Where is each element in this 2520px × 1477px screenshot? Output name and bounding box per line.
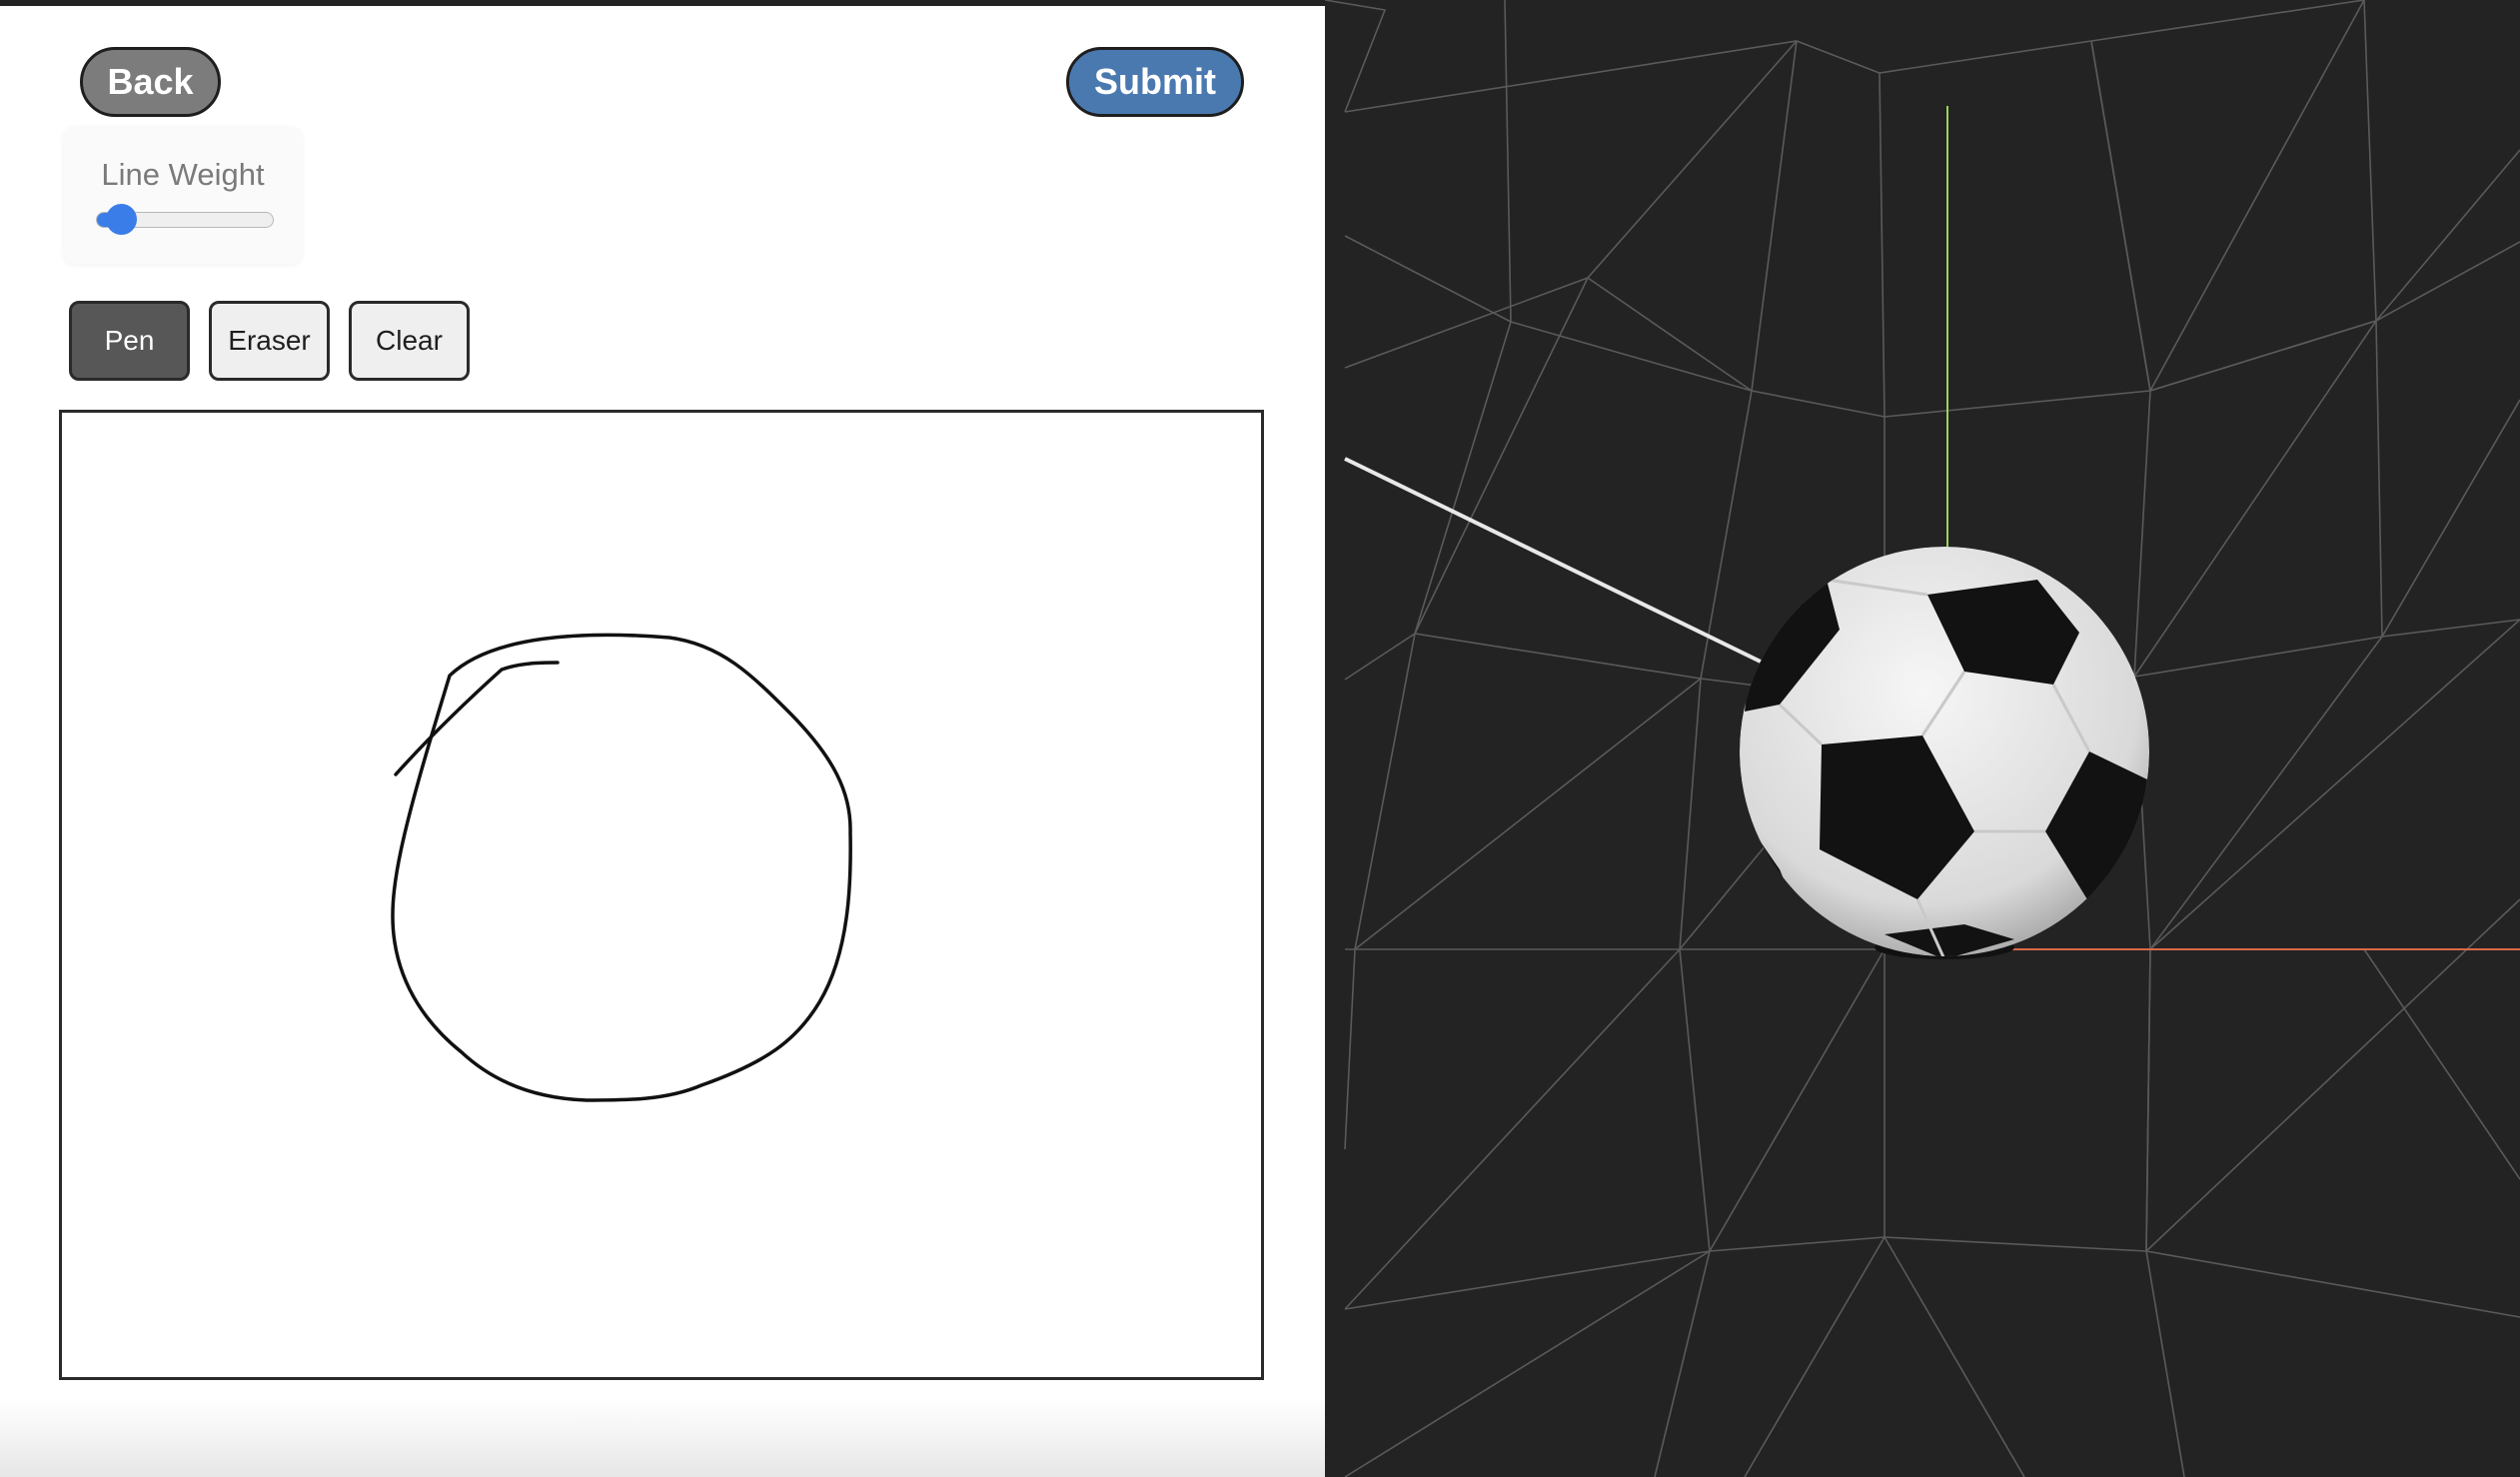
sketch-stroke-flick (394, 661, 560, 776)
back-button[interactable]: Back (80, 47, 221, 117)
panel-bottom-shadow (0, 1399, 1325, 1477)
clear-button[interactable]: Clear (349, 301, 470, 381)
line-weight-control: Line Weight (64, 127, 302, 264)
eraser-button[interactable]: Eraser (209, 301, 330, 381)
drawing-canvas[interactable] (59, 410, 1264, 1380)
soccer-ball (1740, 547, 2149, 956)
line-weight-label: Line Weight (101, 157, 265, 192)
submit-button[interactable]: Submit (1066, 47, 1244, 117)
line-weight-slider-thumb[interactable] (106, 204, 138, 235)
sketch-layer (391, 633, 852, 1102)
pen-button[interactable]: Pen (69, 301, 190, 381)
viewport-scene (1325, 0, 2520, 1477)
pointer-line (1344, 457, 1766, 666)
3d-viewport[interactable] (1325, 0, 2520, 1477)
